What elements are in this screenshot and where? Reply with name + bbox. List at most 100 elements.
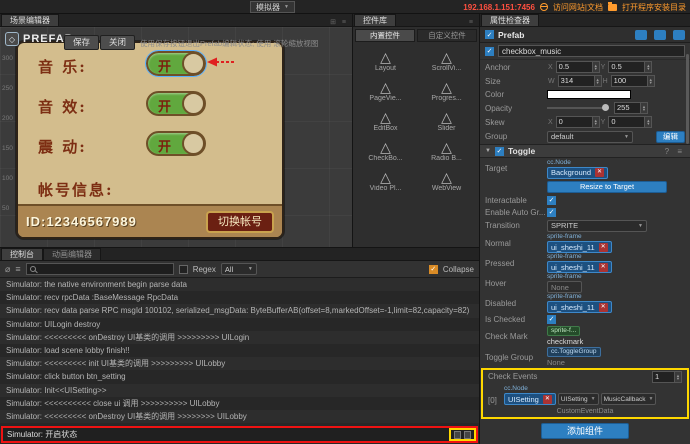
widget-item[interactable]: △ Video Pl... — [355, 169, 416, 192]
widget-item[interactable]: △ PageVie... — [355, 79, 416, 102]
widget-item[interactable]: △ Progres... — [416, 79, 477, 102]
widget-item[interactable]: △ CheckBo... — [355, 139, 416, 162]
add-component-button[interactable]: 添加组件 — [541, 423, 629, 439]
inspector-scrollbar[interactable] — [686, 54, 689, 144]
check-mark-asset[interactable]: checkmark — [547, 336, 583, 347]
event-node-chip[interactable]: UISetting ✕ — [504, 393, 556, 405]
toggle-enabled-checkbox[interactable]: ✓ — [494, 146, 504, 156]
widget-item[interactable]: △ Slider — [416, 109, 477, 132]
tab-property-inspector[interactable]: 属性检查器 — [481, 14, 539, 26]
custom-event-data-label[interactable]: CustomEventData — [483, 407, 687, 417]
tab-builtin-widgets[interactable]: 内置控件 — [355, 29, 415, 42]
panel-menu-icon[interactable]: ⊞ ≡ — [330, 18, 352, 26]
anchor-y-stepper[interactable]: 0.5 ▲ ▼ — [608, 61, 653, 73]
switch-account-button[interactable]: 切换帐号 — [206, 210, 274, 233]
anchor-x-stepper[interactable]: 0.5 ▲ ▼ — [555, 61, 600, 73]
widget-item[interactable]: △ EditBox — [355, 109, 416, 132]
log-row[interactable]: Simulator: Init<<UISetting>> — [0, 383, 479, 397]
console-search[interactable] — [25, 263, 174, 275]
collapse-checkbox[interactable]: ✓ — [428, 264, 438, 274]
skew-y-stepper[interactable]: 0 ▲ ▼ — [608, 116, 653, 128]
event-component-dropdown[interactable]: UISetting ▼ — [557, 393, 599, 405]
widget-item[interactable]: △ Layout — [355, 49, 416, 72]
console-menu-icon[interactable]: ≡ — [15, 264, 20, 274]
widget-icon: △ — [441, 49, 452, 65]
tab-animation-editor[interactable]: 动画编辑器 — [43, 248, 101, 260]
disabled-sprite-chip[interactable]: ui_sheshi_11 ✕ — [547, 301, 612, 313]
website-docs-link[interactable]: 访问网站|文档 — [553, 2, 603, 13]
hover-sprite-chip[interactable]: None — [547, 281, 582, 293]
clear-console-icon[interactable]: ⌀ — [5, 264, 10, 274]
scene-canvas[interactable]: 300 250 200 150 100 50 ◇ PREFAB 保存 关闭 使用… — [0, 27, 352, 247]
tab-scene-editor[interactable]: 场景编辑器 — [1, 14, 59, 26]
panel-menu-icon[interactable]: ≡ — [469, 19, 479, 26]
is-checked-checkbox[interactable]: ✓ — [547, 314, 556, 324]
log-row[interactable]: Simulator: recv data parse RPC msgId 100… — [0, 304, 479, 318]
opacity-input[interactable]: 255 ▲ ▼ — [614, 102, 648, 114]
clear-icon[interactable]: ✕ — [598, 302, 608, 312]
pressed-sprite-chip[interactable]: ui_sheshi_11 ✕ — [547, 261, 612, 273]
component-menu-icons[interactable]: ? ≡ — [665, 147, 685, 156]
color-row: Color — [480, 88, 690, 101]
event-handler-dropdown[interactable]: MusicCallback ▼ — [600, 393, 657, 405]
interactable-checkbox[interactable]: ✓ — [547, 195, 556, 205]
node-name-row: ✓ checkbox_music — [480, 43, 690, 60]
sound-toggle[interactable]: 开 — [146, 91, 206, 116]
highlighted-log-row[interactable]: Simulator: 开启状态 — [1, 426, 478, 443]
log-toolbar-highlight — [449, 428, 476, 441]
open-install-dir-link[interactable]: 打开程序安装目录 — [622, 2, 686, 13]
prefab-action-button[interactable] — [654, 29, 666, 40]
music-toggle[interactable]: 开 — [145, 50, 207, 77]
color-swatch[interactable] — [547, 90, 631, 99]
close-prefab-button[interactable]: 关闭 — [100, 35, 136, 50]
log-row[interactable]: Simulator: click button btn_setting — [0, 370, 479, 384]
save-prefab-button[interactable]: 保存 — [64, 35, 100, 50]
prefab-action-button[interactable] — [635, 29, 647, 40]
toggle-component-header[interactable]: ▼ ✓ Toggle ? ≡ — [480, 144, 690, 158]
collapse-caret-icon[interactable]: ▼ — [485, 148, 491, 154]
log-row[interactable]: Simulator: load scene lobby finish!! — [0, 343, 479, 358]
log-row[interactable]: Simulator: <<<<<<<<< onDestroy UI基类的调用 >… — [0, 330, 479, 344]
transition-dropdown[interactable]: SPRITE ▼ — [547, 219, 647, 232]
log-icon[interactable] — [454, 430, 461, 439]
scroll-lock-icon[interactable] — [464, 430, 471, 439]
size-w-stepper[interactable]: 314 ▲ ▼ — [557, 75, 602, 87]
target-node-chip[interactable]: Background ✕ — [547, 166, 609, 179]
log-row[interactable]: Simulator: recv rpcData :BaseMessage Rpc… — [0, 291, 479, 305]
clear-icon[interactable]: ✕ — [598, 242, 608, 252]
log-filter-dropdown[interactable]: All ▼ — [220, 263, 257, 275]
skew-x-stepper[interactable]: 0 ▲ ▼ — [555, 116, 600, 128]
resize-to-target-button[interactable]: Resize to Target — [547, 180, 667, 193]
vibrate-toggle[interactable]: 开 — [146, 131, 206, 156]
toggle-group-value[interactable]: None — [547, 357, 601, 368]
regex-checkbox[interactable]: ✓ — [178, 264, 188, 274]
widget-item[interactable]: △ Radio B... — [416, 139, 477, 162]
normal-sprite-chip[interactable]: ui_sheshi_11 ✕ — [547, 241, 612, 253]
log-row[interactable]: Simulator: <<<<<<<<<< close ui 调用 >>>>>>… — [0, 396, 479, 410]
log-row[interactable]: Simulator: <<<<<<<<< init UI基类的调用 >>>>>>… — [0, 357, 479, 371]
check-events-count-input[interactable]: 1 ▲ ▼ — [652, 370, 682, 383]
size-h-stepper[interactable]: 100 ▲ ▼ — [610, 75, 655, 87]
group-dropdown[interactable]: default ▼ — [547, 130, 633, 143]
tab-widget-library[interactable]: 控件库 — [354, 14, 396, 26]
simulator-dropdown[interactable]: 模拟器 ▼ — [250, 1, 295, 13]
log-row[interactable]: Simulator: <<<<<<<<< onDestroy UI基类的调用 >… — [0, 409, 479, 424]
tab-console[interactable]: 控制台 — [1, 248, 43, 260]
check-events-row: Check Events 1 ▲ ▼ — [483, 370, 687, 383]
tab-custom-widgets[interactable]: 自定义控件 — [417, 29, 477, 42]
node-active-checkbox[interactable]: ✓ — [485, 46, 494, 56]
widget-item[interactable]: △ WebView — [416, 169, 477, 192]
log-row[interactable]: Simulator: UILogin destroy — [0, 317, 479, 331]
prefab-checkbox[interactable]: ✓ — [485, 30, 494, 39]
widget-item[interactable]: △ ScrollVi... — [416, 49, 477, 72]
node-name-input[interactable]: checkbox_music — [498, 45, 685, 57]
prefab-action-button[interactable] — [673, 29, 685, 40]
clear-icon[interactable]: ✕ — [595, 168, 605, 177]
edit-group-button[interactable]: 编辑 — [656, 130, 685, 143]
opacity-slider[interactable] — [547, 104, 609, 111]
search-input[interactable] — [38, 264, 170, 274]
clear-icon[interactable]: ✕ — [542, 394, 552, 404]
enable-auto-gray-checkbox[interactable]: ✓ — [547, 207, 556, 217]
log-row[interactable]: Simulator: the native environment begin … — [0, 278, 479, 292]
clear-icon[interactable]: ✕ — [598, 262, 608, 272]
